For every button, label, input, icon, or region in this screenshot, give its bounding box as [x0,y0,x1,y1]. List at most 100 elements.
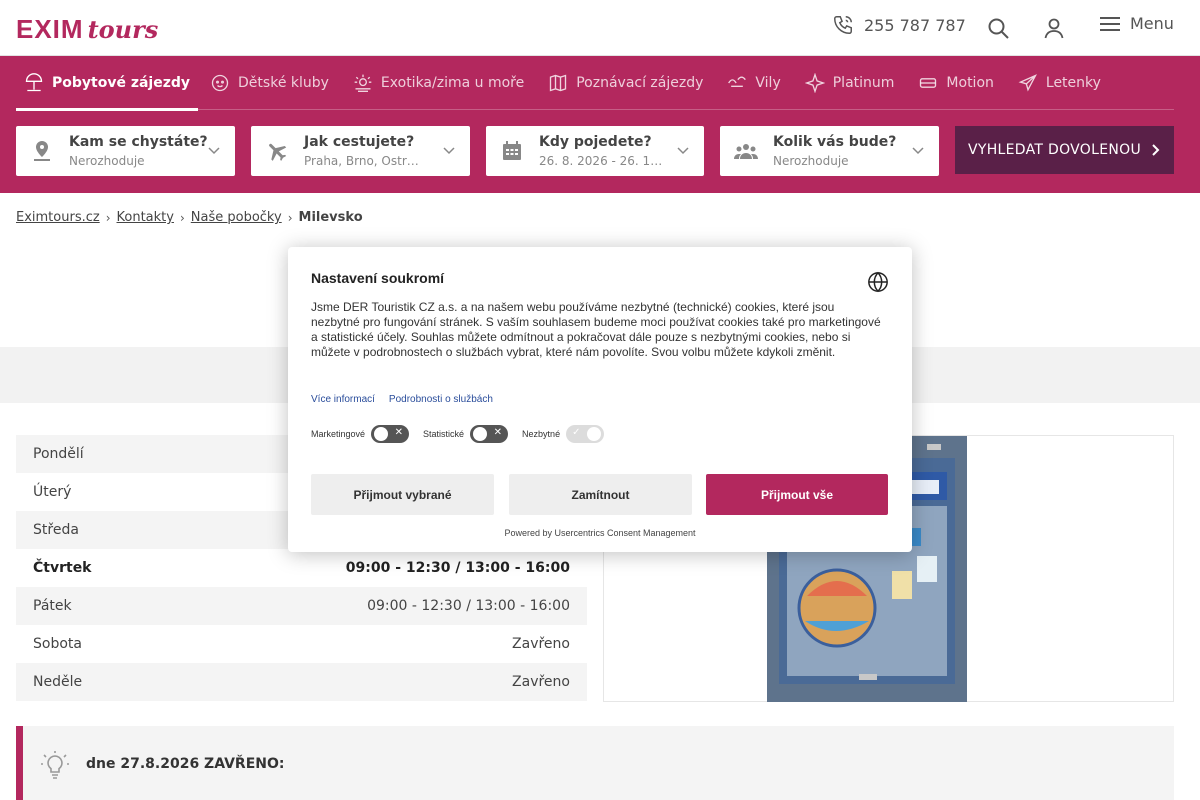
lightbulb-icon [41,751,69,779]
calendar-icon [503,141,521,160]
more-info-link[interactable]: Více informací [311,394,375,405]
logo-main-text: EXIM [16,14,84,44]
tab-label: Pobytové zájezdy [52,74,191,91]
day-hours: Zavřeno [512,674,570,690]
table-row: Neděle Zavřeno [16,663,587,701]
menu-button[interactable]: Menu [1100,14,1174,33]
day-hours: 09:00 - 12:30 / 13:00 - 16:00 [345,560,570,576]
tab-label: Poznávací zájezdy [576,74,704,91]
tab-vily[interactable]: Vily [715,56,792,110]
necessary-toggle-group: Nezbytné ✓ [522,425,605,443]
search-icon[interactable] [986,16,1010,40]
tab-detske-kluby[interactable]: Dětské kluby [198,56,341,110]
dialog-links: Více informací Podrobnosti o službách [311,394,493,405]
day-name: Pondělí [33,446,84,462]
tab-label: Dětské kluby [238,74,329,91]
logo-script-text: tours [87,15,159,44]
notice-text: dne 27.8.2026 ZAVŘENO: [86,756,285,772]
date-field[interactable]: Kdy pojedete? 26. 8. 2026 - 26. 1… [486,126,704,176]
chevron-down-icon [912,147,924,155]
travelers-title: Kolik vás bude? [773,134,897,150]
accept-selected-button[interactable]: Přijmout vybrané [311,474,494,515]
sun-icon [354,74,372,92]
category-nav: Pobytové zájezdy Dětské kluby Exotika/zi… [16,56,1174,111]
chevron-right-icon [1152,144,1160,156]
plane-icon [1018,73,1037,91]
tab-platinum[interactable]: Platinum [793,56,907,110]
day-name: Pátek [33,598,72,614]
travelers-field[interactable]: Kolik vás bude? Nerozhoduje [720,126,939,176]
chevron-right-icon: › [105,210,111,225]
tab-letenky[interactable]: Letenky [1006,56,1113,110]
departure-value: Praha, Brno, Ostr… [304,154,419,168]
airplane-icon [269,143,287,161]
search-button-label: VYHLEDAT DOVOLENOU [967,142,1142,158]
date-value: 26. 8. 2026 - 26. 1… [539,154,663,168]
tab-exotika[interactable]: Exotika/zima u moře [341,56,536,110]
phone-icon [834,16,852,34]
tab-pobytove-zajezdy[interactable]: Pobytové zájezdy [16,56,199,111]
chevron-right-icon: › [287,210,293,225]
day-hours: Zavřeno [512,636,570,652]
category-search-bar: Pobytové zájezdy Dětské kluby Exotika/zi… [0,56,1200,193]
necessary-toggle: ✓ [566,425,605,443]
phone-link[interactable]: 255 787 787 [832,14,966,36]
dialog-body: Jsme DER Touristik CZ a.s. a na našem we… [311,300,881,359]
closure-notice: dne 27.8.2026 ZAVŘENO: [16,726,1174,800]
close-icon: ✕ [493,427,503,438]
statistics-label: Statistické [423,429,465,439]
destination-value: Nerozhoduje [69,154,145,168]
breadcrumb-current: Milevsko [298,210,363,225]
hamburger-icon [1100,16,1120,31]
dialog-title: Nastavení soukromí [311,270,445,286]
tab-motion[interactable]: Motion [906,56,1005,110]
search-vacation-button[interactable]: VYHLEDAT DOVOLENOU [955,126,1174,174]
day-name: Sobota [33,636,82,652]
user-icon[interactable] [1042,16,1066,40]
destination-title: Kam se chystáte? [69,134,208,150]
statistics-toggle[interactable]: ✕ [470,425,509,443]
eximtours-logo[interactable]: EXIM tours [16,14,159,44]
necessary-label: Nezbytné [522,429,561,439]
sparkle-icon [804,72,825,93]
day-name: Úterý [33,484,72,500]
statistics-toggle-group: Statistické ✕ [423,425,509,443]
tab-poznavaci[interactable]: Poznávací zájezdy [536,56,715,110]
chevron-down-icon [443,147,455,155]
motion-icon [920,77,937,88]
privacy-consent-dialog: Nastavení soukromí Jsme DER Touristik CZ… [288,247,912,552]
service-details-link[interactable]: Podrobnosti o službách [389,394,493,405]
phone-number: 255 787 787 [864,15,966,35]
breadcrumb-home[interactable]: Eximtours.cz [16,210,100,225]
tab-label: Platinum [832,74,895,91]
tab-label: Exotika/zima u moře [380,74,525,91]
map-icon [550,74,567,91]
powered-by-text: Powered by Usercentrics Consent Manageme… [504,528,696,538]
site-header: EXIM tours 255 787 787 Menu [0,0,1200,56]
breadcrumb-contacts[interactable]: Kontakty [117,210,174,225]
marketing-toggle[interactable]: ✕ [371,425,410,443]
day-hours: 09:00 - 12:30 / 13:00 - 16:00 [367,598,570,614]
menu-label: Menu [1130,14,1174,33]
destination-field[interactable]: Kam se chystáte? Nerozhoduje [16,126,235,176]
breadcrumb-branches[interactable]: Naše pobočky [191,210,282,225]
location-pin-icon [34,141,50,161]
people-icon [734,144,758,159]
marketing-label: Marketingové [311,429,366,439]
chevron-right-icon: › [179,210,185,225]
chevron-down-icon [208,147,220,155]
tab-label: Vily [755,74,781,91]
table-row-today: Čtvrtek 09:00 - 12:30 / 13:00 - 16:00 [16,549,587,587]
language-globe-icon[interactable] [867,271,889,293]
departure-field[interactable]: Jak cestujete? Praha, Brno, Ostr… [251,126,470,176]
day-name: Neděle [33,674,83,690]
kids-club-icon [211,74,229,91]
date-title: Kdy pojedete? [539,134,652,150]
marketing-toggle-group: Marketingové ✕ [311,425,410,443]
travelers-value: Nerozhoduje [773,154,849,168]
tab-label: Letenky [1045,74,1101,91]
check-icon: ✓ [572,427,581,438]
accept-all-button[interactable]: Přijmout vše [706,474,888,515]
beach-umbrella-icon [25,72,43,91]
reject-button[interactable]: Zamítnout [509,474,692,515]
